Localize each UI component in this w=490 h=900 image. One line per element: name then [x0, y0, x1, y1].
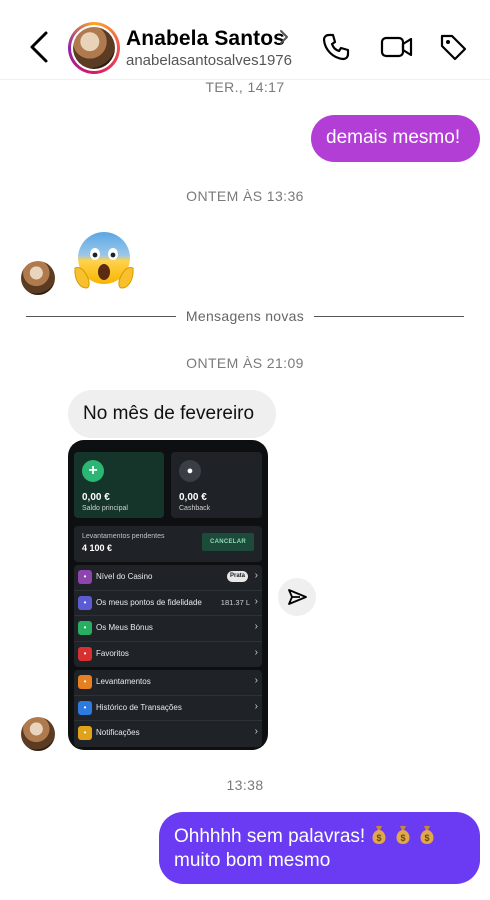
- sender-avatar[interactable]: [21, 717, 55, 751]
- menu-row-icon: •: [78, 646, 92, 661]
- menu-row-icon: •: [78, 726, 92, 740]
- cashback-card: ● 0,00 € Cashback: [171, 452, 262, 518]
- chevron-right-icon: ›: [254, 675, 258, 686]
- contact-username[interactable]: anabelasantosalves1976: [126, 52, 292, 69]
- chevron-right-icon: ›: [254, 570, 258, 581]
- timestamp: ONTEM ÀS 13:36: [186, 188, 304, 204]
- menu-row: • Favoritos ›: [74, 642, 262, 668]
- chevron-right-icon: ›: [254, 621, 258, 632]
- cashback-label: Cashback: [179, 505, 211, 512]
- money-bag-icon: $: [420, 826, 434, 844]
- menu-row: • Histórico de Transações ›: [74, 696, 262, 721]
- back-icon[interactable]: [26, 30, 54, 64]
- menu-row-label: Levantamentos: [96, 677, 151, 686]
- timestamp: TER., 14:17: [205, 79, 285, 95]
- menu-row-label: Os Meus Bónus: [96, 623, 153, 632]
- new-messages-divider: Mensagens novas: [185, 308, 305, 324]
- message-line: muito bom mesmo: [174, 850, 331, 871]
- menu-row-icon: •: [78, 570, 92, 584]
- menu-row-value: 181.37 L: [220, 597, 250, 607]
- money-bag-icon: $: [372, 826, 386, 844]
- contact-name[interactable]: Anabela Santos: [126, 27, 285, 51]
- menu-row-label: Favoritos: [96, 648, 129, 658]
- timestamp: 13:38: [226, 777, 264, 793]
- timestamp: ONTEM ÀS 21:09: [186, 355, 304, 371]
- balance-label: Saldo principal: [82, 505, 128, 512]
- outgoing-message[interactable]: Ohhhhh sem palavras! $ $ $ muito bom mesmo: [159, 812, 480, 884]
- outgoing-message[interactable]: demais mesmo!: [311, 115, 480, 162]
- tag-icon[interactable]: [438, 32, 468, 62]
- menu-row-label: Notificações: [96, 728, 140, 737]
- transactions-menu: • Levantamentos › • Histórico de Transações ›…: [74, 670, 262, 747]
- chevron-right-icon: ›: [254, 700, 258, 712]
- chevron-right-icon: ›: [254, 646, 258, 658]
- piggy-bank-icon: ●: [179, 460, 201, 482]
- profile-avatar[interactable]: [68, 22, 120, 74]
- money-bag-icon: $: [396, 826, 410, 844]
- plus-icon: +: [82, 460, 104, 482]
- screenshot-attachment[interactable]: + 0,00 € Saldo principal ● 0,00 € Cashba…: [68, 440, 268, 750]
- chevron-right-icon: ›: [254, 726, 258, 737]
- balance-card: + 0,00 € Saldo principal: [74, 452, 164, 518]
- message-line: Ohhhhh sem palavras!: [174, 826, 366, 847]
- send-icon: [288, 589, 307, 605]
- chevron-right-icon[interactable]: [277, 28, 291, 46]
- menu-row: • Nível do Casino Prata ›: [74, 565, 262, 591]
- svg-text:$: $: [425, 833, 430, 843]
- phone-icon[interactable]: [321, 32, 351, 62]
- pending-amount: 4 100 €: [82, 543, 113, 553]
- menu-row: • Levantamentos ›: [74, 670, 262, 696]
- menu-row-icon: •: [78, 675, 92, 689]
- menu-row-icon: •: [78, 700, 92, 715]
- avatar-image: [73, 27, 115, 69]
- menu-row-label: Os meus pontos de fidelidade: [96, 597, 202, 607]
- menu-row: • Os meus pontos de fidelidade 181.37 L ›: [74, 591, 262, 616]
- video-icon[interactable]: [380, 32, 414, 62]
- menu-row-icon: •: [78, 595, 92, 610]
- screaming-face-icon[interactable]: [72, 228, 136, 292]
- account-menu: • Nível do Casino Prata › • Os meus pontos de…: [74, 565, 262, 667]
- cancel-button: CANCELAR: [202, 533, 254, 551]
- share-button[interactable]: [278, 578, 316, 616]
- menu-row: • Notificações ›: [74, 721, 262, 747]
- menu-row-icon: •: [78, 621, 92, 635]
- pending-label: Levantamentos pendentes: [82, 533, 165, 540]
- balance-amount: 0,00 €: [82, 492, 110, 503]
- incoming-message[interactable]: No mês de fevereiro: [68, 390, 276, 438]
- svg-text:$: $: [377, 833, 382, 843]
- pending-withdrawals: Levantamentos pendentes 4 100 € CANCELAR: [74, 526, 262, 562]
- menu-row-label: Histórico de Transações: [96, 702, 182, 712]
- svg-text:$: $: [401, 833, 406, 843]
- menu-row-label: Nível do Casino: [96, 572, 153, 581]
- level-badge: Prata: [226, 571, 248, 582]
- sender-avatar[interactable]: [21, 261, 55, 295]
- menu-row: • Os Meus Bónus ›: [74, 616, 262, 642]
- cashback-amount: 0,00 €: [179, 492, 207, 503]
- chevron-right-icon: ›: [254, 595, 258, 607]
- chat-header: Anabela Santos anabelasantosalves1976: [0, 0, 490, 80]
